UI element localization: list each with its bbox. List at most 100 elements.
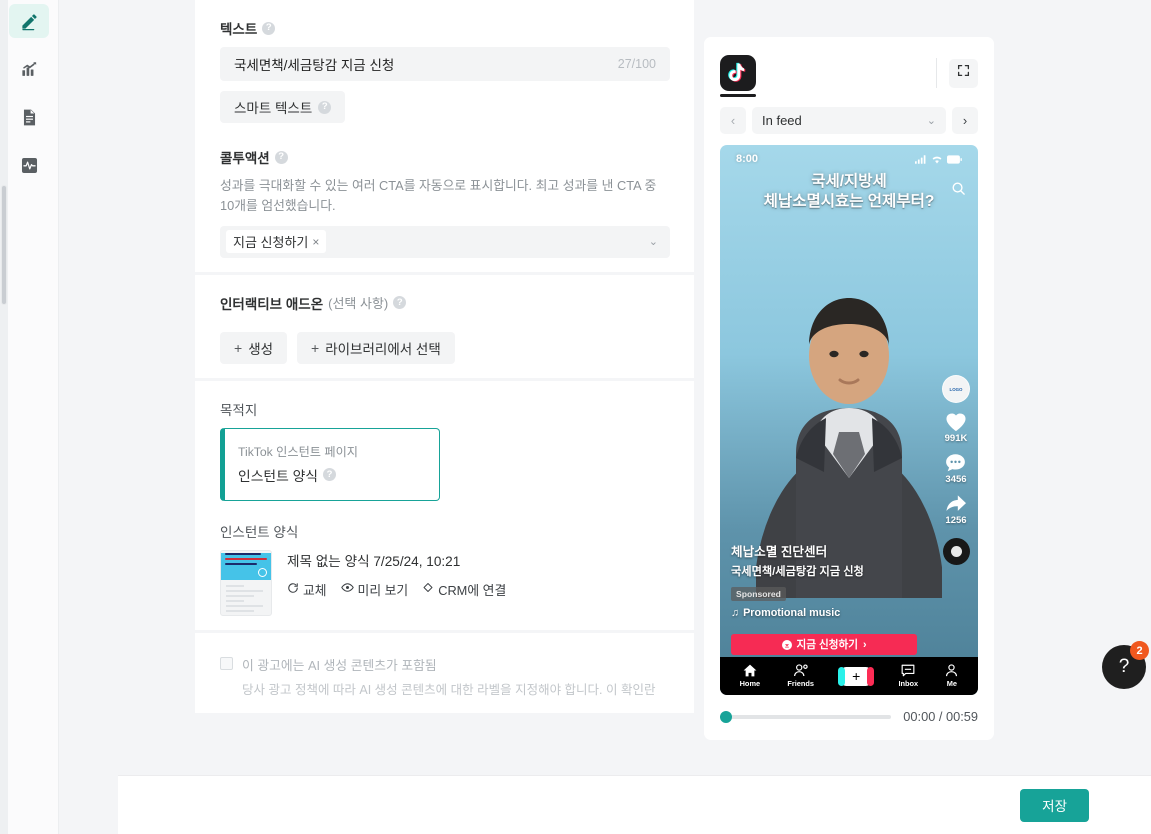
select-from-library-button[interactable]: + 라이브러리에서 선택: [297, 331, 455, 364]
tab-inbox[interactable]: Inbox: [898, 664, 918, 688]
destination-option-instant-form[interactable]: TikTok 인스턴트 페이지 인스턴트 양식 ?: [220, 427, 440, 501]
tab-me[interactable]: Me: [945, 664, 958, 688]
text-label: 텍스트: [220, 22, 258, 37]
cta-label: 콜투액션: [220, 151, 270, 166]
pulse-icon: [20, 156, 39, 175]
help-icon[interactable]: ?: [393, 296, 407, 310]
music-disc-icon: [942, 538, 970, 565]
cta-selected-tag: 지금 신청하기 ×: [226, 230, 327, 254]
friends-icon: [793, 664, 808, 677]
plus-icon: +: [311, 339, 320, 356]
ad-text-input[interactable]: 국세면책/세금탕감 지금 신청 27/100: [220, 47, 670, 81]
ai-checkbox-row[interactable]: 이 광고에는 AI 생성 콘텐츠가 포함됨: [220, 651, 670, 674]
placement-value: In feed: [762, 113, 802, 128]
document-icon: [20, 108, 39, 127]
instant-form-row: 제목 없는 양식 7/25/24, 10:21 교체 미리 보기 CRM에 연결: [220, 549, 670, 616]
instant-form-section: 인스턴트 양식 제목 없는 양식 7/25/24, 10:21 교체 미리 보기…: [220, 515, 670, 630]
tiktok-active-underline: [720, 94, 756, 97]
destination-option-title-row: 인스턴트 양식 ?: [238, 465, 425, 485]
signal-icon: [915, 154, 926, 164]
next-placement-button[interactable]: ›: [952, 107, 978, 134]
replace-label: 교체: [303, 582, 327, 598]
prev-placement-button[interactable]: ‹: [720, 107, 746, 134]
tab-inbox-label: Inbox: [898, 679, 919, 688]
comment-control[interactable]: 3456: [945, 453, 967, 485]
chevron-down-icon: ⌄: [648, 236, 658, 249]
tab-create[interactable]: +: [838, 666, 875, 686]
preview-panel: ‹ In feed ⌄ › 8:00 국세/지방세 체납소멸시효는 언제부터? …: [694, 0, 1151, 834]
search-icon[interactable]: [951, 181, 966, 201]
tab-friends[interactable]: Friends: [787, 664, 814, 688]
instant-form-label: 인스턴트 양식: [220, 524, 299, 540]
chart-growth-icon: [20, 60, 39, 79]
bottom-action-bar: 저장: [118, 775, 1151, 834]
seek-handle[interactable]: [720, 710, 732, 723]
char-counter: 27/100: [617, 57, 656, 71]
refresh-icon: [287, 582, 299, 597]
help-button[interactable]: ? 2: [1102, 641, 1149, 689]
smart-text-label: 스마트 텍스트: [234, 101, 313, 116]
cta-description: 성과를 극대화할 수 있는 여러 CTA를 자동으로 표시합니다. 최고 성과를…: [220, 178, 657, 213]
thumbnail-header: [221, 553, 271, 581]
preview-cta-label: 지금 신청하기: [796, 639, 858, 651]
destination-label: 목적지: [220, 402, 258, 418]
home-icon: [743, 664, 757, 677]
music-label: Promotional music: [743, 607, 841, 619]
ai-disclosure-note: 당사 광고 정책에 따라 AI 생성 콘텐츠에 대한 라벨을 지정해야 합니다.…: [242, 682, 656, 697]
ad-text-value: 국세면책/세금탕감 지금 신청: [234, 58, 395, 73]
preview-form-action[interactable]: 미리 보기: [340, 580, 408, 599]
connect-crm-action[interactable]: CRM에 연결: [422, 580, 506, 599]
battery-icon: [947, 154, 962, 164]
smart-text-button[interactable]: 스마트 텍스트 ?: [220, 91, 346, 123]
placement-select[interactable]: In feed ⌄: [752, 107, 946, 134]
engagement-rail: LOGO 991K 3456 1256: [942, 375, 970, 565]
help-icon[interactable]: ?: [318, 100, 332, 114]
ai-content-checkbox[interactable]: [220, 656, 233, 670]
sidebar-item-activity[interactable]: [9, 148, 49, 182]
like-control[interactable]: 991K: [945, 412, 967, 444]
help-icon[interactable]: ?: [274, 150, 288, 164]
fullscreen-button[interactable]: [949, 58, 978, 88]
video-seek-slider[interactable]: [720, 710, 892, 723]
plus-icon: +: [234, 339, 243, 356]
pencil-icon: [20, 12, 39, 31]
sidebar-item-edit[interactable]: [9, 4, 49, 38]
create-addon-button[interactable]: + 생성: [220, 331, 288, 364]
help-icon[interactable]: ?: [262, 21, 276, 35]
share-arrow-icon: [946, 495, 966, 511]
share-control[interactable]: 1256: [945, 494, 967, 526]
ai-disclosure-section: 이 광고에는 AI 생성 콘텐츠가 포함됨 당사 광고 정책에 따라 AI 생성…: [220, 633, 670, 714]
wifi-icon: [932, 156, 942, 164]
destination-section: 목적지 TikTok 인스턴트 페이지 인스턴트 양식 ?: [220, 381, 670, 515]
sponsored-badge: Sponsored: [731, 587, 786, 601]
cta-label-row: 콜투액션 ?: [220, 147, 670, 167]
fullscreen-icon: [957, 64, 970, 82]
share-count: 1256: [945, 515, 967, 526]
sidebar-item-analytics[interactable]: [9, 52, 49, 86]
form-thumbnail[interactable]: [220, 549, 272, 616]
help-icon[interactable]: ?: [323, 468, 336, 482]
addon-label: 인터랙티브 애드온: [220, 296, 324, 312]
video-title-line-2: 체납소멸시효는 언제부터?: [763, 193, 935, 211]
chevron-down-icon: ⌄: [926, 115, 936, 127]
eye-icon: [340, 581, 354, 597]
sidebar-item-document[interactable]: [9, 100, 49, 134]
save-button[interactable]: 저장: [1020, 788, 1089, 822]
remove-tag-icon[interactable]: ×: [312, 235, 319, 249]
avatar[interactable]: LOGO: [942, 375, 970, 403]
phone-preview: 8:00 국세/지방세 체납소멸시효는 언제부터? LOGO 991K 3456…: [720, 145, 978, 695]
preview-cta-button[interactable]: 지금 신청하기 ›: [731, 634, 917, 655]
phone-tabbar: Home Friends + Inbox Me: [720, 657, 978, 695]
tab-home[interactable]: Home: [740, 664, 760, 688]
replace-form-action[interactable]: 교체: [287, 580, 327, 599]
addon-section: 인터랙티브 애드온 (선택 사항) ? + 생성 + 라이브러리에서 선택: [220, 275, 670, 378]
preview-header: [720, 51, 978, 97]
scrollbar-thumb[interactable]: [1, 185, 7, 305]
comment-count: 3456: [945, 474, 967, 485]
phone-statusbar: 8:00: [720, 153, 978, 165]
left-icon-rail: [0, 0, 59, 834]
plus-icon[interactable]: +: [838, 666, 875, 686]
cta-select[interactable]: 지금 신청하기 × ⌄: [220, 225, 670, 258]
page-scrollbar[interactable]: [0, 0, 8, 834]
cta-section: 콜투액션 ? 성과를 극대화할 수 있는 여러 CTA를 자동으로 표시합니다.…: [220, 137, 670, 272]
